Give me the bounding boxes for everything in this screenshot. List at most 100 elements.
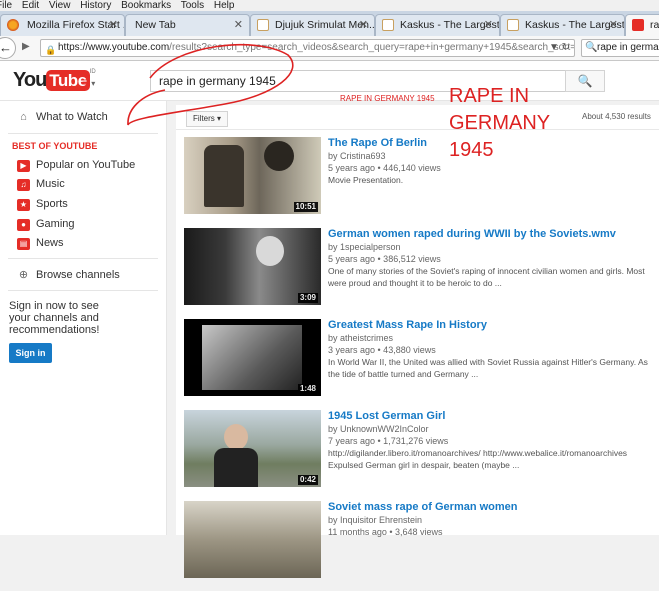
video-thumbnail[interactable] <box>184 501 321 578</box>
tab-kaskus-2[interactable]: Kaskus - The Largest... ✕ <box>500 14 625 36</box>
page-icon <box>257 19 269 31</box>
video-meta: 11 months ago • 3,648 views <box>328 527 443 537</box>
menu-edit[interactable]: Edit <box>22 0 39 11</box>
tab-youtube[interactable]: rape <box>625 14 659 36</box>
video-title-link[interactable]: Greatest Mass Rape In History <box>328 319 487 331</box>
sidebar-item-label: Popular on YouTube <box>36 159 136 171</box>
video-meta: 3 years ago • 43,880 views <box>328 345 436 355</box>
close-icon[interactable]: ✕ <box>359 15 368 35</box>
sidebar-item-news[interactable]: ▤ News <box>17 236 64 250</box>
music-icon: ♫ <box>17 179 30 191</box>
page-icon <box>507 19 519 31</box>
back-button[interactable]: ← <box>0 37 16 59</box>
video-thumbnail[interactable]: 10:51 <box>184 137 321 214</box>
sidebar-item-label: Browse channels <box>36 269 120 281</box>
menu-bookmarks[interactable]: Bookmarks <box>121 0 171 11</box>
video-title-link[interactable]: German women raped during WWII by the So… <box>328 228 616 240</box>
video-thumbnail[interactable]: 3:09 <box>184 228 321 305</box>
video-duration: 0:42 <box>297 475 318 485</box>
sidebar-item-what-to-watch[interactable]: ⌂ What to Watch <box>17 110 108 124</box>
video-title-link[interactable]: The Rape Of Berlin <box>328 137 427 149</box>
nav-bar: ← ▶ 🔒 https://www.youtube.com/results?se… <box>0 36 659 61</box>
news-icon: ▤ <box>17 238 30 250</box>
video-duration: 1:48 <box>297 384 318 394</box>
close-icon[interactable]: ✕ <box>109 15 118 35</box>
video-channel[interactable]: by Cristina693 <box>328 151 386 161</box>
video-meta: 5 years ago • 446,140 views <box>328 163 441 173</box>
tab-label: rape <box>650 19 659 31</box>
close-icon[interactable]: ✕ <box>484 15 493 35</box>
video-channel[interactable]: by 1specialperson <box>328 242 401 252</box>
video-thumbnail[interactable]: 0:42 <box>184 410 321 487</box>
result-item: 1:48 Greatest Mass Rape In History by at… <box>176 319 659 409</box>
guide-menu-button[interactable]: ≡ ▾ <box>82 75 95 89</box>
tab-new[interactable]: New Tab ✕ <box>125 14 250 36</box>
video-channel[interactable]: by Inquisitor Ehrenstein <box>328 515 422 525</box>
menu-file[interactable]: File <box>0 0 12 11</box>
tab-bar: Mozilla Firefox Start ... ✕ New Tab ✕ Dj… <box>0 11 659 36</box>
result-item: 0:42 1945 Lost German Girl by UnknownWW2… <box>176 410 659 500</box>
logo-you-text: You <box>13 69 47 91</box>
search-icon: 🔍 <box>585 42 598 53</box>
menu-help[interactable]: Help <box>214 0 235 11</box>
sidebar-item-gaming[interactable]: ● Gaming <box>17 217 75 231</box>
sidebar-item-label: News <box>36 237 64 249</box>
video-description: In World War II, the United was allied w… <box>328 357 648 379</box>
annotation-big-text: RAPE IN GERMANY 1945 <box>449 85 550 161</box>
forward-icon[interactable]: ▶ <box>22 41 30 52</box>
thumbnail-face <box>224 424 248 450</box>
browser-search-box[interactable]: 🔍 rape in germany 1945 <box>581 39 659 57</box>
video-channel[interactable]: by atheistcrimes <box>328 333 393 343</box>
tab-firefox-start[interactable]: Mozilla Firefox Start ... ✕ <box>0 14 125 36</box>
divider <box>8 133 158 134</box>
video-thumbnail[interactable]: 1:48 <box>184 319 321 396</box>
video-description: One of many stories of the Soviet's rapi… <box>328 266 645 288</box>
plus-circle-icon: ⊕ <box>18 269 29 281</box>
firefox-icon <box>7 19 19 31</box>
video-meta: 7 years ago • 1,731,276 views <box>328 436 449 446</box>
menu-view[interactable]: View <box>49 0 71 11</box>
sidebar-item-music[interactable]: ♫ Music <box>17 177 65 191</box>
video-meta: 5 years ago • 386,512 views <box>328 254 441 264</box>
results-count: About 4,530 results <box>582 112 651 121</box>
page-icon <box>382 19 394 31</box>
sidebar-item-popular[interactable]: ▶ Popular on YouTube <box>17 158 135 172</box>
menu-tools[interactable]: Tools <box>181 0 204 11</box>
video-description: http://digilander.libero.it/romanoarchiv… <box>328 448 628 470</box>
sidebar-item-browse-channels[interactable]: ⊕ Browse channels <box>17 268 120 282</box>
url-bar[interactable]: 🔒 https://www.youtube.com/results?search… <box>40 39 575 57</box>
video-duration: 3:09 <box>297 293 318 303</box>
result-item: Soviet mass rape of German women by Inqu… <box>176 501 659 591</box>
divider <box>8 258 158 259</box>
signin-button[interactable]: Sign in <box>9 343 52 363</box>
sidebar-item-label: Gaming <box>36 218 75 230</box>
menu-history[interactable]: History <box>80 0 111 11</box>
popular-icon: ▶ <box>17 160 30 172</box>
video-description: Movie Presentation. <box>328 175 404 185</box>
divider <box>8 290 158 291</box>
filters-label: Filters <box>193 114 215 123</box>
youtube-icon <box>632 19 644 31</box>
hamburger-icon: ≡ <box>82 75 90 89</box>
lock-icon: 🔒 <box>45 45 57 55</box>
annotation-small-text: RAPE IN GERMANY 1945 <box>340 94 435 103</box>
filters-button[interactable]: Filters ▾ <box>186 111 229 127</box>
video-channel[interactable]: by UnknownWW2InColor <box>328 424 429 434</box>
video-title-link[interactable]: Soviet mass rape of German women <box>328 501 518 513</box>
home-icon: ⌂ <box>20 111 27 123</box>
close-icon[interactable]: ✕ <box>234 15 243 35</box>
tab-djujuk[interactable]: Djujuk Srimulat Men... ✕ <box>250 14 375 36</box>
video-title-link[interactable]: 1945 Lost German Girl <box>328 410 445 422</box>
thumbnail-wheel <box>264 141 294 171</box>
thumbnail-figure <box>204 145 244 207</box>
results-panel: Filters ▾ About 4,530 results 10:51 The … <box>176 105 659 578</box>
tab-kaskus-1[interactable]: Kaskus - The Largest... ✕ <box>375 14 500 36</box>
close-icon[interactable]: ✕ <box>609 15 618 35</box>
sidebar-item-label: Sports <box>36 198 68 210</box>
sidebar-item-sports[interactable]: ★ Sports <box>17 197 68 211</box>
best-of-youtube-heading: BEST OF YOUTUBE <box>12 141 98 151</box>
thumbnail-body <box>214 448 258 487</box>
thumbnail-face <box>256 236 284 266</box>
reload-icon[interactable]: ▼ ↻ <box>549 40 570 56</box>
chevron-down-icon: ▾ <box>89 79 96 88</box>
